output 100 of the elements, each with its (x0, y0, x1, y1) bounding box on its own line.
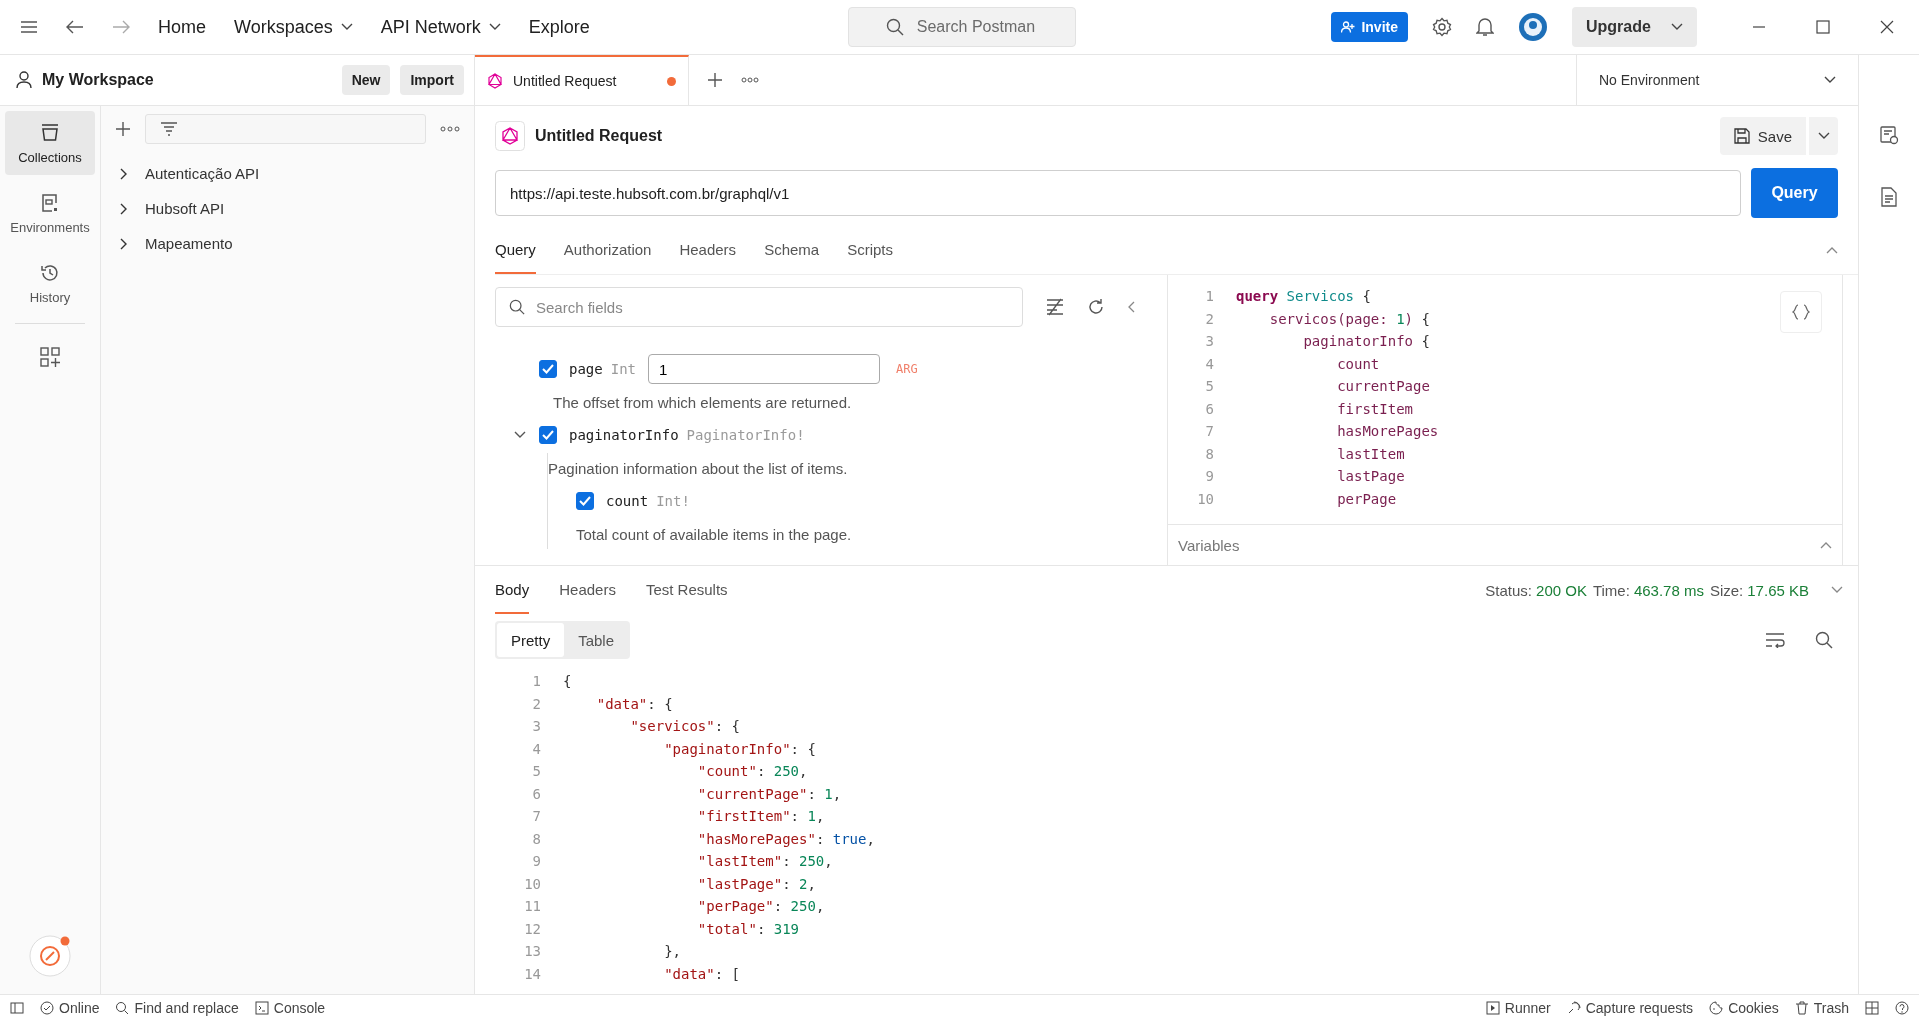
query-button[interactable]: Query (1751, 168, 1838, 218)
layout-icon[interactable] (1865, 1000, 1879, 1015)
bootcamp-icon[interactable] (28, 934, 72, 978)
code-line: }, (663, 943, 681, 960)
collection-name[interactable]: Hubsoft API (145, 200, 225, 217)
status-bar-item[interactable]: Runner (1485, 999, 1551, 1016)
collection-item[interactable]: Hubsoft API (115, 191, 460, 226)
settings-icon[interactable] (1432, 17, 1452, 37)
view-toggle[interactable]: Pretty (497, 623, 565, 657)
url-field[interactable]: https://api.teste.hubsoft.com.br/graphql/v1 (495, 170, 1741, 216)
line-number: 14 (523, 965, 542, 982)
request-option-tab[interactable]: Authorization (563, 226, 652, 274)
chevron-icon[interactable] (514, 431, 526, 439)
status-bar-item[interactable]: Cookies (1709, 999, 1779, 1016)
search-field[interactable]: Search Postman (847, 7, 1076, 47)
checkbox[interactable] (539, 360, 557, 378)
chevron-icon[interactable] (119, 202, 129, 215)
line-number: 9 (531, 853, 542, 870)
collection-item[interactable]: Mapeamento (115, 226, 460, 261)
request-option-tab[interactable]: Schema (764, 226, 820, 274)
line-number: 6 (1204, 400, 1215, 417)
response-tab[interactable]: Test Results (645, 566, 728, 614)
avatar-icon[interactable] (1518, 12, 1548, 42)
graphql-icon (487, 73, 503, 89)
toggle-sidebar-icon[interactable] (10, 1001, 24, 1014)
line-number: 2 (1204, 310, 1215, 327)
import-button[interactable]: Import (400, 65, 464, 95)
more-options-icon[interactable] (741, 76, 759, 84)
response-tab[interactable]: Body (495, 566, 530, 614)
expand-icon[interactable] (1820, 541, 1832, 549)
chevron-left-icon[interactable] (1127, 301, 1135, 313)
collection-item[interactable]: Autenticação API (115, 156, 460, 191)
status-bar-item[interactable]: Find and replace (115, 999, 239, 1016)
request-option-tab[interactable]: Query (495, 226, 536, 274)
documentation-icon[interactable] (1880, 187, 1898, 207)
caret-icon[interactable] (488, 23, 501, 31)
environment-dropdown[interactable]: No Environment (1576, 55, 1858, 105)
search-icon[interactable] (1815, 631, 1833, 649)
sidebar-item[interactable]: History (5, 251, 95, 315)
argument-field[interactable]: 1 (648, 354, 880, 384)
request-option-tab[interactable]: Scripts (847, 226, 893, 274)
add-apps-icon[interactable] (39, 346, 61, 368)
line-number: 1 (1204, 288, 1215, 305)
maximize-icon[interactable] (1816, 20, 1830, 34)
line-number: 4 (1204, 355, 1215, 372)
status-bar-item[interactable]: Capture requests (1566, 999, 1694, 1016)
back-arrow-icon[interactable] (66, 20, 84, 34)
nav-link[interactable]: Explore (528, 16, 590, 38)
collection-name[interactable]: Mapeamento (145, 235, 233, 252)
status-bar-item[interactable]: Online (40, 999, 100, 1016)
code-line: "data": { (595, 695, 673, 712)
status-bar-item[interactable]: Console (254, 999, 326, 1016)
caret-icon[interactable] (340, 23, 353, 31)
search-fields-field[interactable]: Search fields (495, 287, 1023, 327)
code-line: "hasMorePages": true, (696, 830, 875, 847)
more-options-icon[interactable] (440, 125, 460, 133)
braces-icon (1792, 304, 1810, 320)
nav-link[interactable]: API Network (380, 16, 481, 38)
request-option-tab[interactable]: Headers (679, 226, 737, 274)
trash-icon (1794, 1000, 1809, 1015)
environment-quick-look-icon[interactable] (1879, 125, 1899, 145)
add-tab-icon[interactable] (707, 72, 723, 88)
refresh-icon[interactable] (1087, 298, 1105, 316)
nav-link[interactable]: Home (158, 16, 206, 38)
time-value: 463.78 ms (1633, 581, 1704, 599)
nav-link[interactable]: Workspaces (234, 16, 333, 38)
filter-field[interactable] (145, 114, 426, 144)
add-icon[interactable] (115, 121, 131, 137)
menu-icon[interactable] (20, 20, 38, 34)
notification-bell-icon[interactable] (1476, 17, 1494, 37)
new-button[interactable]: New (341, 65, 391, 95)
field-type: Int (610, 361, 636, 377)
wrap-lines-icon[interactable] (1765, 632, 1785, 648)
collection-name[interactable]: Autenticação API (145, 165, 260, 182)
code-line: lastItem (1336, 445, 1405, 462)
code-line: "firstItem": 1, (696, 808, 825, 825)
invite-button[interactable]: Invite (1331, 12, 1408, 42)
close-icon[interactable] (1880, 20, 1894, 34)
request-tab[interactable]: Untitled Request (475, 55, 689, 105)
line-number: 8 (531, 830, 542, 847)
help-icon[interactable] (1895, 1000, 1909, 1015)
clear-selection-icon[interactable] (1045, 298, 1065, 316)
save-options-button[interactable] (1808, 117, 1838, 155)
collapse-icon[interactable] (1826, 246, 1838, 254)
sidebar-item[interactable]: Collections (5, 111, 95, 175)
line-number: 6 (531, 785, 542, 802)
save-button[interactable]: Save (1719, 117, 1806, 155)
chevron-icon[interactable] (119, 167, 129, 180)
chevron-icon[interactable] (119, 237, 129, 250)
code-line: "currentPage": 1, (696, 785, 842, 802)
checkbox[interactable] (539, 426, 557, 444)
response-tab[interactable]: Headers (559, 566, 616, 614)
variables-label[interactable]: Variables (1178, 536, 1240, 554)
status-bar-item[interactable]: Trash (1794, 999, 1849, 1016)
sidebar-item[interactable]: Environments (5, 181, 95, 245)
upgrade-button[interactable]: Upgrade (1572, 7, 1697, 47)
line-number: 5 (531, 763, 542, 780)
view-toggle[interactable]: Table (564, 623, 629, 657)
code-line: "data": [ (663, 965, 740, 982)
checkbox[interactable] (576, 492, 594, 510)
